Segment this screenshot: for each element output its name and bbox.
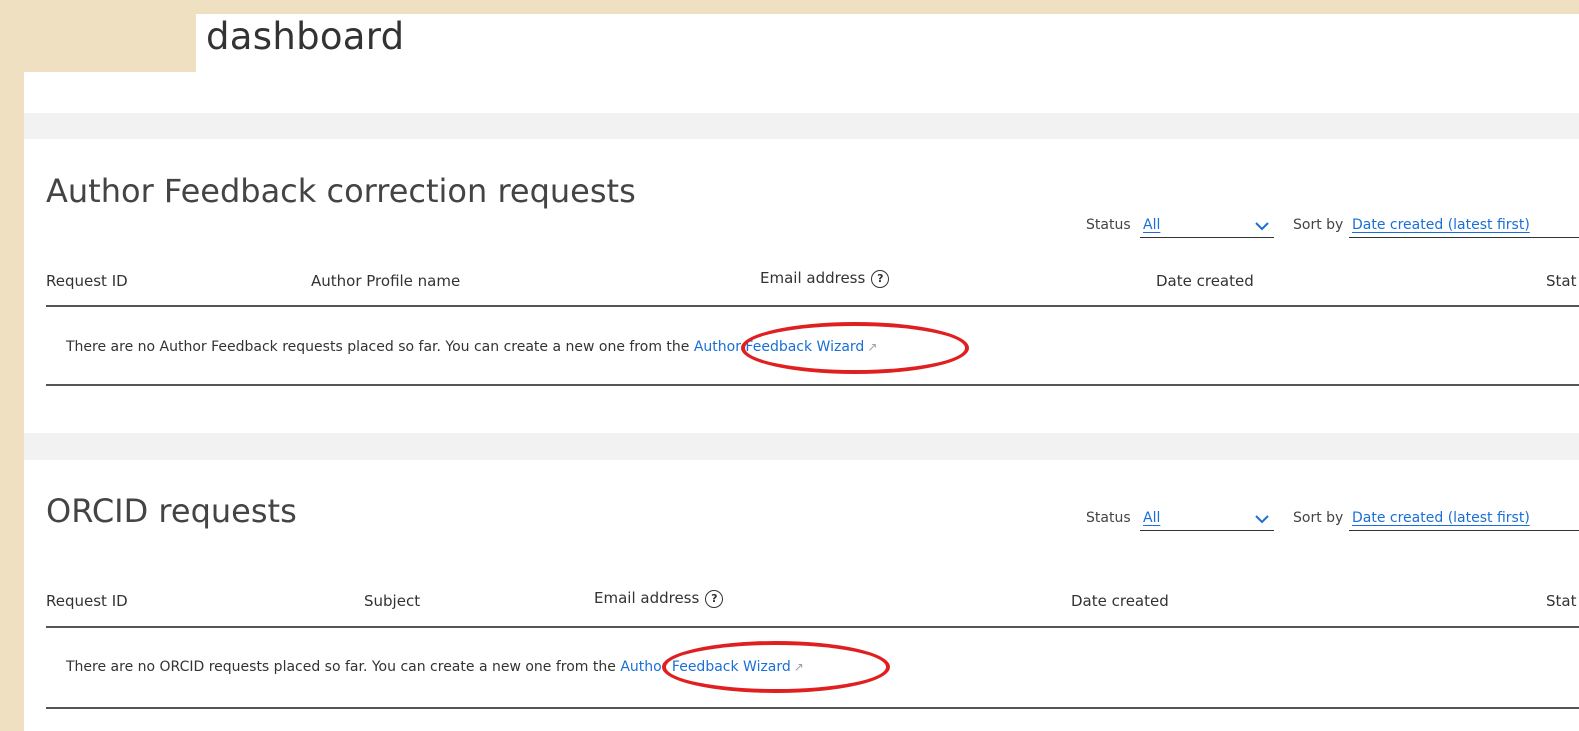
col-header-request-id: Request ID [46, 272, 128, 290]
author-feedback-wizard-link[interactable]: Author Feedback Wizard ↗ [694, 339, 878, 355]
sort-select-underline [1349, 237, 1579, 238]
table-bottom-rule [46, 384, 1579, 386]
status-filter-label: Status [1086, 217, 1131, 233]
sort-filter-select[interactable]: Date created (latest first) [1352, 217, 1530, 233]
col-header-email-address: Email address? [760, 269, 890, 288]
table-header-rule [46, 305, 1579, 307]
sort-filter-label: Sort by [1293, 217, 1344, 233]
section-title-author-feedback: Author Feedback correction requests [46, 172, 636, 210]
question-circle-icon[interactable]: ? [705, 590, 724, 608]
main-content [24, 72, 1579, 731]
section-divider-band [24, 433, 1579, 460]
status-select-underline [1140, 237, 1274, 238]
col-header-status: Stat [1546, 272, 1577, 290]
empty-state-row: There are no Author Feedback requests pl… [66, 339, 877, 355]
wizard-link-label: Author Feedback Wizard [620, 659, 791, 675]
section-title-orcid: ORCID requests [46, 492, 297, 530]
col-header-request-id: Request ID [46, 592, 128, 610]
sort-filter-select[interactable]: Date created (latest first) [1352, 510, 1530, 526]
status-select-underline [1140, 530, 1274, 531]
table-bottom-rule [46, 707, 1579, 709]
sort-select-underline [1349, 530, 1579, 531]
external-link-icon: ↗ [793, 660, 804, 674]
empty-state-text: There are no ORCID requests placed so fa… [66, 659, 616, 675]
col-header-date-created: Date created [1156, 272, 1254, 290]
chevron-down-icon[interactable] [1254, 513, 1270, 525]
wizard-link-label: Author Feedback Wizard [693, 339, 865, 355]
col-header-author-profile-name: Author Profile name [311, 272, 461, 290]
col-header-email-label: Email address [760, 269, 866, 287]
chevron-down-icon[interactable] [1254, 220, 1270, 232]
col-header-email-label: Email address [594, 589, 700, 607]
col-header-subject: Subject [364, 592, 421, 610]
col-header-email-address: Email address? [594, 589, 724, 608]
table-header-rule [46, 626, 1579, 628]
col-header-date-created: Date created [1071, 592, 1169, 610]
status-filter-select[interactable]: All [1143, 217, 1160, 233]
section-divider-band [24, 113, 1579, 139]
external-link-icon: ↗ [867, 340, 878, 354]
author-feedback-wizard-link[interactable]: Author Feedback Wizard ↗ [620, 659, 804, 675]
status-filter-select[interactable]: All [1143, 510, 1160, 526]
col-header-status: Stat [1546, 592, 1577, 610]
status-filter-label: Status [1086, 510, 1131, 526]
sort-filter-label: Sort by [1293, 510, 1344, 526]
empty-state-row: There are no ORCID requests placed so fa… [66, 659, 804, 675]
empty-state-text: There are no Author Feedback requests pl… [66, 339, 690, 355]
question-circle-icon[interactable]: ? [871, 270, 890, 288]
page-title: dashboard [206, 15, 405, 58]
